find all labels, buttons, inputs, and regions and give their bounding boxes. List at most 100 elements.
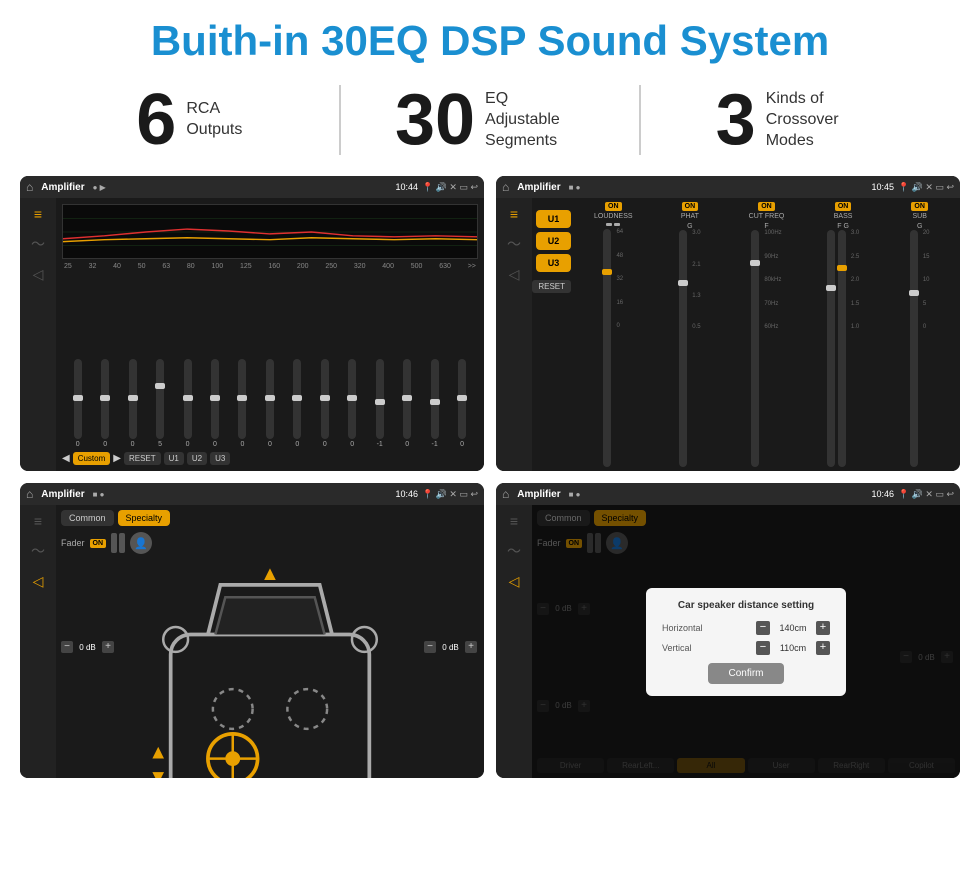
phat-col: ON PHAT G 3.02.11.30.5 (654, 202, 727, 467)
eq-graph (62, 204, 478, 259)
slider-thumb[interactable] (375, 399, 385, 405)
bass-thumb-g[interactable] (837, 265, 847, 271)
specialty-tab-3[interactable]: Specialty (118, 510, 171, 526)
vertical-minus[interactable]: − (756, 641, 770, 655)
wave-icon-4[interactable]: 〜 (507, 541, 521, 561)
next-arrow[interactable]: ▶ (113, 453, 121, 464)
horizontal-minus[interactable]: − (756, 621, 770, 635)
slider-thumb[interactable] (128, 395, 138, 401)
vertical-plus[interactable]: + (816, 641, 830, 655)
horizontal-plus[interactable]: + (816, 621, 830, 635)
u3-btn[interactable]: U3 (536, 254, 571, 272)
wave-icon[interactable]: 〜 (31, 234, 45, 254)
slider-track[interactable] (348, 359, 356, 439)
slider-track[interactable] (74, 359, 82, 439)
loudness-thumb[interactable] (602, 269, 612, 275)
slider-track[interactable] (321, 359, 329, 439)
slider-thumb[interactable] (347, 395, 357, 401)
slider-track[interactable] (403, 359, 411, 439)
slider-track[interactable] (184, 359, 192, 439)
slider-thumb[interactable] (320, 395, 330, 401)
slider-thumb[interactable] (457, 395, 467, 401)
cutfreq-scale: 100Hz90Hz80kHz70Hz60Hz (764, 230, 781, 330)
slider-thumb[interactable] (183, 395, 193, 401)
eq-panel: 25 32 40 50 63 80 100 125 160 200 250 32… (56, 198, 484, 471)
speaker-layout: − 0 dB + − 0 dB + (61, 560, 479, 778)
speaker-icon[interactable]: ◁ (33, 266, 44, 283)
u1-btn[interactable]: U1 (536, 210, 571, 228)
fader-mini-2[interactable] (119, 533, 125, 553)
home-icon-4[interactable]: ⌂ (502, 487, 509, 501)
eq-icon-3[interactable]: ≡ (34, 513, 42, 529)
slider-track[interactable] (376, 359, 384, 439)
time-2: 10:45 (871, 182, 894, 192)
home-icon-2[interactable]: ⌂ (502, 180, 509, 194)
stat-divider-1 (339, 85, 341, 155)
u2-btn[interactable]: U2 (536, 232, 571, 250)
slider-track[interactable] (458, 359, 466, 439)
slider-track[interactable] (101, 359, 109, 439)
sub-thumb[interactable] (909, 290, 919, 296)
minus-fl[interactable]: − (61, 641, 73, 653)
speaker-icon-3[interactable]: ◁ (33, 573, 44, 590)
user-avatar[interactable]: 👤 (130, 532, 152, 554)
slider-thumb[interactable] (430, 399, 440, 405)
slider-col: 0 (458, 359, 466, 448)
slider-thumb[interactable] (292, 395, 302, 401)
plus-fl[interactable]: + (102, 641, 114, 653)
bass-thumb-f[interactable] (826, 285, 836, 291)
phat-slider-track[interactable] (679, 230, 687, 467)
eq-icon-2[interactable]: ≡ (510, 206, 518, 222)
slider-track[interactable] (211, 359, 219, 439)
wave-icon-3[interactable]: 〜 (31, 541, 45, 561)
amp-panel: U1 U2 U3 RESET ON LOUDNESS (532, 198, 960, 471)
fader-mini-1[interactable] (111, 533, 117, 553)
home-icon-3[interactable]: ⌂ (26, 487, 33, 501)
status-indicators-3: ■ ● (93, 490, 392, 499)
sub-slider-track[interactable] (910, 230, 918, 467)
common-tab-3[interactable]: Common (61, 510, 114, 526)
left-sidebar-1: ≡ 〜 ◁ (20, 198, 56, 471)
slider-val: -1 (377, 441, 383, 448)
u2-btn-eq[interactable]: U2 (187, 452, 207, 465)
confirm-button[interactable]: Confirm (708, 663, 783, 684)
fader-sliders (111, 533, 125, 553)
speaker-icon-2[interactable]: ◁ (509, 266, 520, 283)
slider-col: 0 (321, 359, 329, 448)
bass-slider-track-g[interactable] (838, 230, 846, 467)
reset-btn-2[interactable]: RESET (532, 280, 571, 293)
slider-track[interactable] (293, 359, 301, 439)
slider-thumb[interactable] (73, 395, 83, 401)
reset-btn-1[interactable]: RESET (124, 452, 161, 465)
slider-track[interactable] (129, 359, 137, 439)
slider-thumb[interactable] (155, 383, 165, 389)
custom-btn[interactable]: Custom (73, 452, 111, 465)
left-sidebar-3: ≡ 〜 ◁ (20, 505, 56, 778)
speaker-icon-4[interactable]: ◁ (509, 573, 520, 590)
slider-thumb[interactable] (210, 395, 220, 401)
eq-icon[interactable]: ≡ (34, 206, 42, 222)
loudness-slider-track[interactable] (603, 229, 611, 467)
slider-thumb[interactable] (402, 395, 412, 401)
slider-thumb[interactable] (100, 395, 110, 401)
phat-thumb[interactable] (678, 280, 688, 286)
slider-track[interactable] (431, 359, 439, 439)
bass-slider-track-f[interactable] (827, 230, 835, 467)
prev-arrow[interactable]: ◀ (62, 453, 70, 464)
eq-icon-4[interactable]: ≡ (510, 513, 518, 529)
wave-icon-2[interactable]: 〜 (507, 234, 521, 254)
u1-btn-eq[interactable]: U1 (164, 452, 184, 465)
cutfreq-slider-track[interactable] (751, 230, 759, 467)
slider-track[interactable] (266, 359, 274, 439)
minus-fr[interactable]: − (424, 641, 436, 653)
slider-thumb[interactable] (237, 395, 247, 401)
slider-thumb[interactable] (265, 395, 275, 401)
home-icon-1[interactable]: ⌂ (26, 180, 33, 194)
slider-track[interactable] (156, 359, 164, 439)
db-val-fl: 0 dB (75, 643, 100, 652)
cutfreq-thumb[interactable] (750, 260, 760, 266)
horizontal-value: 140cm (773, 623, 813, 633)
u3-btn-eq[interactable]: U3 (210, 452, 230, 465)
plus-fr[interactable]: + (465, 641, 477, 653)
slider-track[interactable] (238, 359, 246, 439)
